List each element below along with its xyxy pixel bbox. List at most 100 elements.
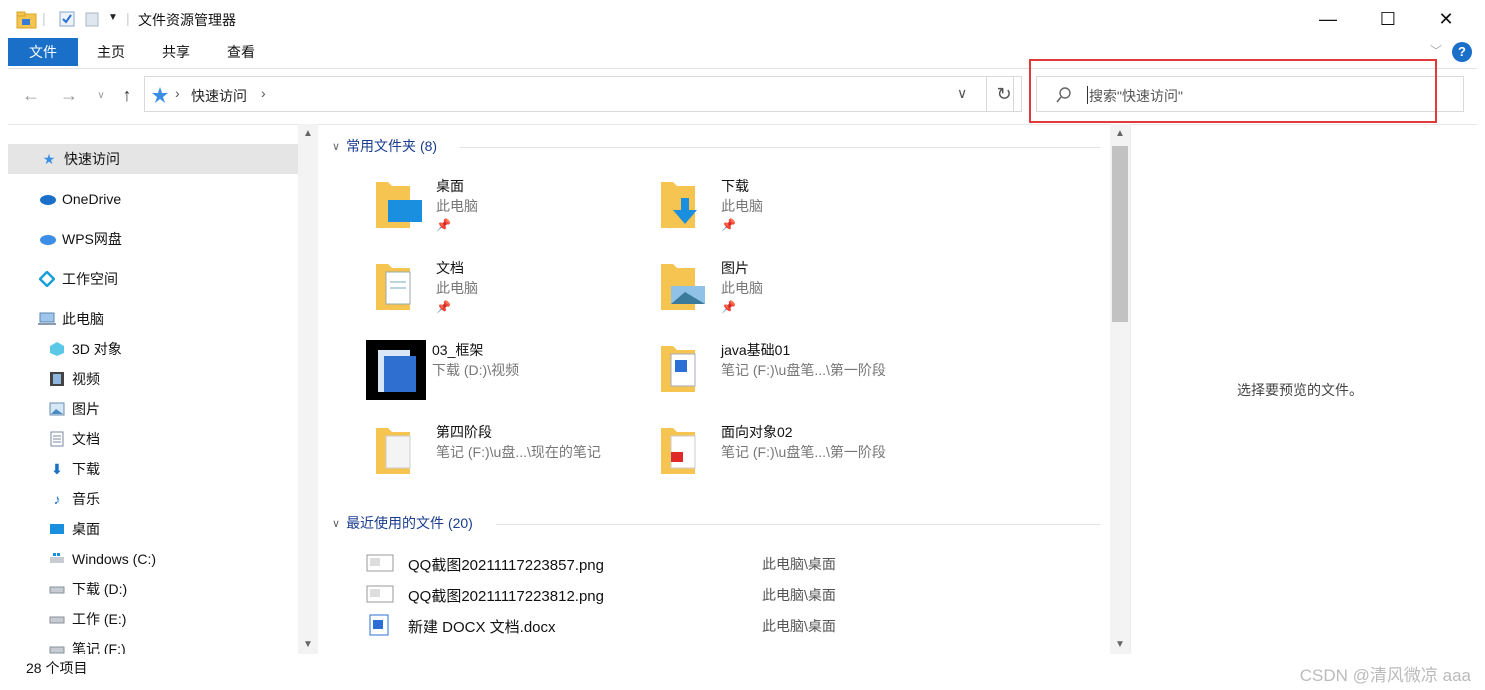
quick-access-toolbar-dropdown-icon[interactable]: ▼ bbox=[108, 12, 118, 23]
group-header-recent-files[interactable]: ∨ 最近使用的文件 (20) bbox=[332, 513, 473, 533]
computer-icon bbox=[38, 310, 56, 328]
star-icon: ★ bbox=[42, 150, 56, 167]
pin-icon: 📌 bbox=[721, 218, 736, 232]
windows-drive-icon bbox=[48, 550, 66, 568]
nav-item-desktop[interactable]: 桌面 bbox=[8, 514, 298, 544]
folder-tile-oop[interactable]: 面向对象02 笔记 (F:)\u盘笔...\第一阶段 bbox=[655, 422, 925, 498]
forward-arrow-icon[interactable]: → bbox=[56, 82, 82, 108]
nav-item-drive-f[interactable]: 笔记 (F:) bbox=[8, 634, 298, 654]
search-highlight-annotation bbox=[1029, 59, 1437, 123]
preview-pane: 选择要预览的文件。 bbox=[1130, 124, 1478, 654]
refresh-icon[interactable]: ↻ bbox=[986, 76, 1022, 112]
nav-pane-scrollbar[interactable]: ▲ ▼ bbox=[298, 124, 318, 654]
minimize-button[interactable]: — bbox=[1298, 0, 1358, 38]
desktop-icon bbox=[48, 520, 66, 538]
navigation-pane: ★ 快速访问 OneDrive WPS网盘 工作空间 此电脑 3D 对象 视频 … bbox=[8, 124, 298, 654]
word-document-icon bbox=[369, 614, 389, 636]
help-icon[interactable]: ? bbox=[1452, 42, 1472, 62]
nav-item-onedrive[interactable]: OneDrive bbox=[8, 184, 298, 214]
scroll-down-icon[interactable]: ▼ bbox=[303, 639, 313, 650]
back-arrow-icon[interactable]: ← bbox=[18, 82, 44, 108]
item-count: 28 个项目 bbox=[26, 660, 88, 676]
collapse-chevron-icon[interactable]: ∨ bbox=[332, 140, 340, 153]
download-arrow-icon: ⬇ bbox=[51, 460, 63, 477]
nav-item-drive-c[interactable]: Windows (C:) bbox=[8, 544, 298, 574]
nav-item-workspace[interactable]: 工作空间 bbox=[8, 264, 298, 294]
scroll-down-icon[interactable]: ▼ bbox=[1115, 639, 1125, 650]
folder-tile-stage-four[interactable]: 第四阶段 笔记 (F:)\u盘...\现在的笔记 bbox=[370, 422, 640, 498]
list-item[interactable]: QQ截图20211117223812.png 此电脑\桌面 bbox=[366, 581, 1106, 609]
desktop-folder-icon bbox=[376, 182, 422, 228]
list-item[interactable]: QQ截图20211117223857.png 此电脑\桌面 bbox=[366, 550, 1106, 578]
properties-icon[interactable] bbox=[58, 10, 76, 28]
picture-icon bbox=[48, 400, 66, 418]
maximize-button[interactable]: ☐ bbox=[1358, 0, 1418, 38]
drive-icon bbox=[48, 580, 66, 598]
scroll-up-icon[interactable]: ▲ bbox=[1115, 128, 1125, 139]
nav-item-downloads[interactable]: ⬇ 下载 bbox=[8, 454, 298, 484]
ribbon-expand-icon[interactable]: ﹀ bbox=[1430, 42, 1442, 59]
pdf-folder-icon bbox=[661, 428, 696, 474]
breadcrumb-quick-access[interactable]: 快速访问 bbox=[191, 86, 247, 106]
pin-icon: 📌 bbox=[436, 300, 451, 314]
folder-tile-desktop[interactable]: 桌面 此电脑 📌 bbox=[370, 176, 640, 252]
wps-cloud-icon bbox=[38, 230, 56, 248]
nav-item-drive-d[interactable]: 下载 (D:) bbox=[8, 574, 298, 604]
pin-icon: 📌 bbox=[436, 218, 451, 232]
star-icon bbox=[152, 87, 168, 103]
folder-tile-framework[interactable]: 03_框架 下载 (D:)\视频 bbox=[366, 340, 636, 416]
address-bar[interactable]: › 快速访问 › ∨ bbox=[144, 76, 1014, 112]
word-folder-icon bbox=[661, 346, 696, 392]
collapse-chevron-icon[interactable]: ∨ bbox=[332, 517, 340, 530]
cloud-icon bbox=[38, 190, 56, 208]
tab-file[interactable]: 文件 bbox=[8, 38, 78, 66]
breadcrumb-separator-icon: › bbox=[175, 85, 180, 101]
tab-view[interactable]: 查看 bbox=[216, 38, 266, 66]
nav-item-this-pc[interactable]: 此电脑 bbox=[8, 304, 298, 334]
folder-tile-java-basics[interactable]: java基础01 笔记 (F:)\u盘笔...\第一阶段 bbox=[655, 340, 925, 416]
group-header-frequent-folders[interactable]: ∨ 常用文件夹 (8) bbox=[332, 136, 437, 156]
folder-tile-documents[interactable]: 文档 此电脑 📌 bbox=[370, 258, 640, 334]
documents-folder-icon bbox=[376, 264, 411, 310]
address-dropdown-icon[interactable]: ∨ bbox=[957, 85, 967, 102]
up-arrow-icon[interactable]: ↑ bbox=[114, 82, 140, 108]
scroll-up-icon[interactable]: ▲ bbox=[303, 128, 313, 139]
content-scrollbar[interactable]: ▲ ▼ bbox=[1110, 124, 1130, 654]
nav-item-pictures[interactable]: 图片 bbox=[8, 394, 298, 424]
nav-item-quick-access[interactable]: ★ 快速访问 bbox=[8, 144, 298, 174]
recent-locations-chevron-icon[interactable]: ∨ bbox=[88, 82, 114, 108]
drive-icon bbox=[48, 610, 66, 628]
tab-home[interactable]: 主页 bbox=[86, 38, 136, 66]
image-file-icon bbox=[366, 585, 394, 603]
document-icon bbox=[48, 430, 66, 448]
content-pane: ∨ 常用文件夹 (8) 桌面 此电脑 📌 下载 此电脑 📌 文档 此电脑 📌 图… bbox=[320, 124, 1110, 654]
nav-item-videos[interactable]: 视频 bbox=[8, 364, 298, 394]
close-button[interactable]: ✕ bbox=[1416, 0, 1476, 38]
address-row: ← → ∨ ↑ › 快速访问 › ∨ ↻ 搜索"快速访问" bbox=[8, 59, 1477, 125]
list-item[interactable]: 新建 DOCX 文档.docx 此电脑\桌面 bbox=[366, 612, 1106, 640]
downloads-folder-icon bbox=[661, 182, 697, 228]
folder-tile-downloads[interactable]: 下载 此电脑 📌 bbox=[655, 176, 925, 252]
breadcrumb-chevron-icon[interactable]: › bbox=[261, 85, 266, 101]
music-note-icon: ♪ bbox=[53, 491, 61, 507]
nav-item-documents[interactable]: 文档 bbox=[8, 424, 298, 454]
window-title: 文件资源管理器 bbox=[138, 12, 236, 28]
status-bar: 28 个项目 bbox=[8, 654, 1477, 678]
nav-item-music[interactable]: ♪ 音乐 bbox=[8, 484, 298, 514]
nav-item-drive-e[interactable]: 工作 (E:) bbox=[8, 604, 298, 634]
film-icon bbox=[48, 370, 66, 388]
nav-item-3d-objects[interactable]: 3D 对象 bbox=[8, 334, 298, 364]
folder-app-icon bbox=[16, 11, 37, 29]
new-folder-icon[interactable] bbox=[84, 10, 100, 28]
nav-item-wps-drive[interactable]: WPS网盘 bbox=[8, 224, 298, 254]
folder-tile-pictures[interactable]: 图片 此电脑 📌 bbox=[655, 258, 925, 334]
image-file-icon bbox=[366, 554, 394, 572]
title-bar: | ▼ | 文件资源管理器 — ☐ ✕ bbox=[8, 0, 1477, 38]
video-thumbnail-icon bbox=[366, 340, 426, 400]
preview-message: 选择要预览的文件。 bbox=[1237, 382, 1363, 398]
watermark: CSDN @清风微凉 aaa bbox=[1299, 666, 1471, 685]
scroll-thumb[interactable] bbox=[1112, 146, 1128, 322]
pictures-folder-icon bbox=[661, 264, 705, 310]
tab-share[interactable]: 共享 bbox=[151, 38, 201, 66]
folder-icon bbox=[376, 428, 411, 474]
